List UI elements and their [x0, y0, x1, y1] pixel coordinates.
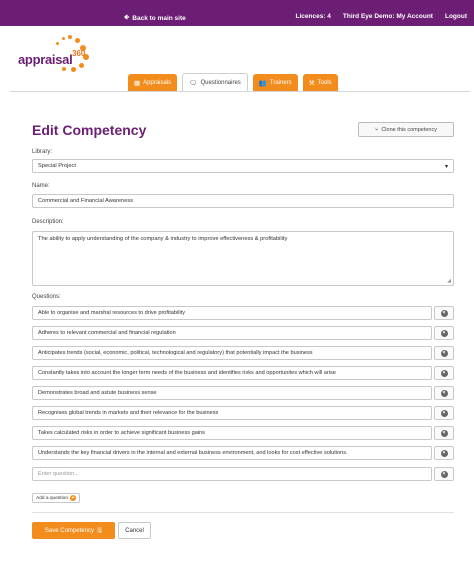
edit-competency-panel: Edit Competency ⑂ Clone this competency …: [10, 91, 470, 565]
question-row: Demonstrates broad and astute business s…: [32, 386, 454, 400]
question-input[interactable]: Takes calculated risks in order to achie…: [32, 426, 432, 440]
name-label: Name:: [32, 183, 50, 189]
library-label: Library:: [32, 149, 53, 155]
logo-superscript: 360: [72, 49, 86, 58]
users-icon: 👥: [258, 79, 267, 87]
remove-question-button[interactable]: ×: [434, 406, 454, 420]
divider: [32, 512, 454, 513]
save-competency-button[interactable]: Save Competency 🖫: [32, 522, 115, 539]
remove-question-button[interactable]: ×: [434, 326, 454, 340]
tab-label: Trainers: [269, 79, 292, 86]
back-label: Back to main site: [132, 15, 186, 22]
tab-label: Questionnaires: [200, 79, 241, 86]
question-input[interactable]: Understands the key financial drivers in…: [32, 446, 432, 460]
save-disk-icon: 🖫: [96, 527, 103, 534]
library-value: Special Project: [38, 163, 76, 169]
add-question-label: Add a question: [36, 495, 69, 501]
top-bar: 🡸 Back to main site Licences: 4 Third Ey…: [0, 0, 474, 26]
questions-label: Questions:: [32, 294, 61, 300]
back-to-main-site-link[interactable]: 🡸 Back to main site: [124, 13, 186, 24]
page-title: Edit Competency: [32, 122, 147, 138]
question-input[interactable]: Demonstrates broad and astute business s…: [32, 386, 432, 400]
question-input[interactable]: Recognises global trends in markets and …: [32, 406, 432, 420]
logo-text: appraisal: [18, 52, 73, 67]
question-row: Recognises global trends in markets and …: [32, 406, 454, 420]
remove-question-button[interactable]: ×: [434, 306, 454, 320]
new-question-row: Enter question... ×: [32, 467, 454, 481]
remove-icon: ×: [440, 470, 448, 478]
description-value: The ability to apply understanding of th…: [38, 236, 288, 242]
question-row: Able to organise and marshal resources t…: [32, 306, 454, 320]
question-row: Understands the key financial drivers in…: [32, 446, 454, 460]
my-account-link[interactable]: Third Eye Demo: My Account: [343, 13, 433, 20]
library-select[interactable]: Special Project ▾: [32, 159, 454, 173]
tab-tools[interactable]: ⚒ Tools: [302, 74, 338, 91]
cancel-button[interactable]: Cancel: [118, 522, 151, 539]
calendar-icon: ▦: [134, 79, 141, 87]
question-row: Adheres to relevant commercial and finan…: [32, 326, 454, 340]
remove-icon: ×: [440, 429, 448, 437]
remove-icon: ×: [440, 409, 448, 417]
remove-icon: ×: [440, 449, 448, 457]
licences-count: Licences: 4: [295, 13, 331, 20]
question-row: Anticipates trends (social, economic, po…: [32, 346, 454, 360]
main-tabs: ▦ Appraisals 🗨 Questionnaires 👥 Trainers…: [128, 73, 338, 91]
tab-appraisals[interactable]: ▦ Appraisals: [128, 74, 178, 91]
question-row: Takes calculated risks in order to achie…: [32, 426, 454, 440]
remove-question-button[interactable]: ×: [434, 366, 454, 380]
remove-icon: ×: [440, 369, 448, 377]
clone-label: Clone this competency: [381, 126, 437, 133]
question-input[interactable]: Anticipates trends (social, economic, po…: [32, 346, 432, 360]
question-input[interactable]: Constantly takes into account the longer…: [32, 366, 432, 380]
branch-icon: ⑂: [375, 126, 379, 133]
remove-question-button[interactable]: ×: [434, 346, 454, 360]
tools-icon: ⚒: [308, 79, 315, 87]
tab-label: Tools: [317, 79, 332, 86]
tab-label: Appraisals: [143, 79, 172, 86]
back-arrow-icon: 🡸: [124, 14, 130, 21]
question-input[interactable]: Adheres to relevant commercial and finan…: [32, 326, 432, 340]
name-input[interactable]: Commercial and Financial Awareness: [32, 194, 454, 208]
remove-question-button[interactable]: ×: [434, 467, 454, 481]
resize-handle-icon[interactable]: ◢: [447, 278, 451, 284]
remove-icon: ×: [440, 349, 448, 357]
question-input[interactable]: Able to organise and marshal resources t…: [32, 306, 432, 320]
questionnaire-icon: 🗨: [189, 79, 198, 87]
tab-trainers[interactable]: 👥 Trainers: [252, 74, 298, 91]
logout-link[interactable]: Logout: [445, 13, 467, 20]
save-label: Save Competency: [44, 527, 94, 534]
remove-icon: ×: [440, 329, 448, 337]
tab-questionnaires[interactable]: 🗨 Questionnaires: [182, 73, 248, 91]
remove-question-button[interactable]: ×: [434, 426, 454, 440]
plus-icon: +: [70, 495, 77, 501]
remove-question-button[interactable]: ×: [434, 446, 454, 460]
add-question-button[interactable]: Add a question +: [32, 493, 81, 503]
remove-question-button[interactable]: ×: [434, 386, 454, 400]
remove-icon: ×: [440, 389, 448, 397]
new-question-input[interactable]: Enter question...: [32, 467, 432, 481]
description-textarea[interactable]: The ability to apply understanding of th…: [32, 231, 454, 286]
question-row: Constantly takes into account the longer…: [32, 366, 454, 380]
description-label: Description:: [32, 219, 64, 225]
remove-icon: ×: [440, 309, 448, 317]
appraisal360-logo[interactable]: appraisal 360: [16, 35, 106, 75]
dropdown-arrow-icon: ▾: [444, 164, 448, 170]
clone-competency-button[interactable]: ⑂ Clone this competency: [358, 122, 454, 137]
